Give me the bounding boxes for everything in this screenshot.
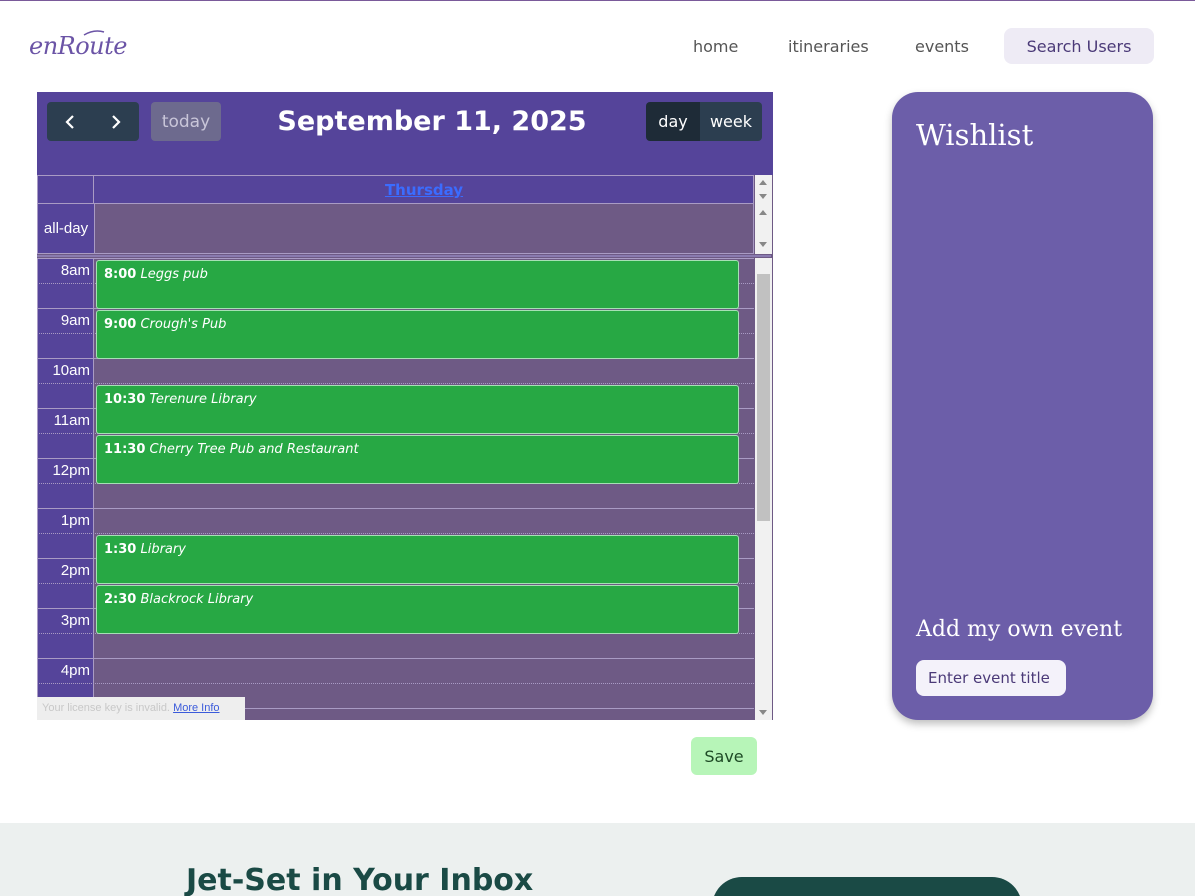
header-scrollbar[interactable]	[755, 175, 772, 204]
scroll-down-icon[interactable]	[759, 194, 767, 199]
view-toggle-group: day week	[646, 102, 762, 141]
event-time: 11:30	[104, 442, 146, 457]
allday-row[interactable]: all-day	[37, 204, 754, 254]
time-grid[interactable]: 8am 9am 10am 11am 12pm 1pm 2pm 3pm 4pm 8…	[37, 258, 754, 720]
prev-button[interactable]	[47, 102, 93, 141]
nav-itineraries-link[interactable]: itineraries	[788, 28, 869, 64]
scrollbar-thumb[interactable]	[757, 274, 770, 521]
axis-header-cell	[38, 176, 94, 204]
week-view-button[interactable]: week	[700, 102, 762, 141]
time-label: 1pm	[60, 512, 90, 529]
event-title: Terenure Library	[149, 392, 257, 407]
time-slot[interactable]	[37, 633, 754, 658]
time-label: 11am	[53, 412, 90, 429]
wishlist-panel: Wishlist Add my own event	[892, 92, 1153, 720]
search-users-button[interactable]: Search Users	[1004, 28, 1154, 64]
calendar-event[interactable]: 9:00 Crough's Pub	[96, 310, 739, 359]
time-label: 2pm	[60, 562, 90, 579]
time-slot[interactable]	[37, 508, 754, 533]
time-label: 8am	[60, 262, 90, 279]
save-button[interactable]: Save	[691, 737, 757, 775]
top-border	[0, 0, 1195, 1]
time-label: 10am	[52, 362, 90, 379]
time-slot[interactable]	[37, 483, 754, 508]
time-slot[interactable]	[37, 358, 754, 383]
logo-text: enRoute	[29, 32, 127, 60]
next-button[interactable]	[93, 102, 139, 141]
add-own-event-heading: Add my own event	[916, 617, 1123, 642]
calendar-toolbar: today September 11, 2025 day week	[37, 92, 773, 175]
event-title: Library	[140, 542, 186, 557]
license-notice: Your license key is invalid. More Info	[37, 697, 245, 720]
day-column-header: Thursday	[37, 175, 754, 204]
event-title: Leggs pub	[140, 267, 208, 282]
calendar-event[interactable]: 11:30 Cherry Tree Pub and Restaurant	[96, 435, 739, 484]
newsletter-title: Jet-Set in Your Inbox	[186, 863, 534, 896]
time-label: 12pm	[52, 462, 90, 479]
time-label: 4pm	[60, 662, 90, 679]
day-view-button[interactable]: day	[646, 102, 700, 141]
event-time: 9:00	[104, 317, 137, 332]
event-title: Blackrock Library	[140, 592, 254, 607]
scroll-up-icon[interactable]	[759, 180, 767, 185]
chevron-right-icon	[112, 114, 121, 129]
time-grid-scrollbar[interactable]	[755, 258, 772, 720]
calendar-event[interactable]: 1:30 Library	[96, 535, 739, 584]
nav-events-link[interactable]: events	[915, 28, 969, 64]
wishlist-title: Wishlist	[916, 118, 1034, 152]
event-title: Cherry Tree Pub and Restaurant	[149, 442, 359, 457]
event-time: 10:30	[104, 392, 146, 407]
time-label: 3pm	[60, 612, 90, 629]
event-time: 1:30	[104, 542, 137, 557]
event-time: 8:00	[104, 267, 137, 282]
today-button[interactable]: today	[151, 102, 221, 141]
scroll-down-icon[interactable]	[759, 710, 767, 715]
allday-divider	[37, 255, 771, 257]
allday-scrollbar[interactable]	[755, 204, 772, 254]
event-title-input[interactable]	[916, 660, 1066, 696]
calendar-event[interactable]: 2:30 Blackrock Library	[96, 585, 739, 634]
newsletter-button[interactable]	[712, 877, 1022, 896]
nav-home-link[interactable]: home	[693, 28, 738, 64]
logo[interactable]: enRoute	[29, 30, 127, 60]
prev-next-group	[47, 102, 139, 141]
day-header-link[interactable]: Thursday	[95, 176, 753, 204]
event-time: 2:30	[104, 592, 137, 607]
time-slot[interactable]	[37, 658, 754, 683]
event-title: Crough's Pub	[140, 317, 227, 332]
allday-label: all-day	[38, 204, 95, 253]
time-label: 9am	[60, 312, 90, 329]
calendar-event[interactable]: 8:00 Leggs pub	[96, 260, 739, 309]
scroll-down-icon[interactable]	[759, 242, 767, 247]
calendar-event[interactable]: 10:30 Terenure Library	[96, 385, 739, 434]
plane-icon	[83, 30, 105, 36]
scroll-up-icon[interactable]	[759, 210, 767, 215]
license-text: Your license key is invalid.	[42, 702, 170, 714]
more-info-link[interactable]: More Info	[173, 702, 219, 714]
calendar: today September 11, 2025 day week Thursd…	[37, 92, 773, 720]
calendar-title: September 11, 2025	[277, 106, 587, 137]
chevron-left-icon	[65, 114, 74, 129]
footer: Jet-Set in Your Inbox	[0, 823, 1195, 896]
calendar-grid: Thursday all-day 8am 9am 10am 11am 12pm …	[37, 175, 773, 720]
